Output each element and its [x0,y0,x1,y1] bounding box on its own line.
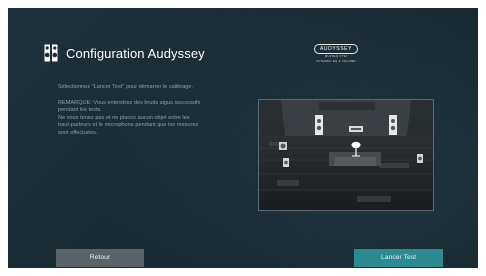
speaker-room-illustration [258,99,434,211]
start-test-button[interactable]: Lancer Test [354,249,443,267]
audyssey-logo: AUDYSSEY MULTEQ XT32 DYNAMIC EQ & VOLUME [310,44,362,62]
note-line: sont effectuées. [58,129,98,136]
speaker-icon [315,115,323,135]
note-line: haut-parleurs et le microphone pendant q… [58,122,199,129]
note-text: REMARQUE: Vous entendrez des bruits aigu… [58,100,258,137]
audyssey-logo-line2: DYNAMIC EQ & VOLUME [316,58,356,63]
setup-screen: Configuration Audyssey AUDYSSEY MULTEQ X… [8,8,478,268]
page-header: Configuration Audyssey [44,42,205,64]
audyssey-logo-line1: MULTEQ XT32 [324,54,348,58]
note-line: pendant les tests. [58,107,102,114]
speaker-setup-icon [44,44,58,62]
room-drawing [259,100,433,210]
note-line: Ne vous tenez pas et ne placez aucun obj… [58,114,190,121]
audyssey-logo-text: AUDYSSEY [314,44,358,54]
speaker-icon [389,115,397,135]
page-title: Configuration Audyssey [66,45,205,61]
instruction-text: Sélectionnez "Lancer Test" pour démarrer… [58,84,194,90]
note-line: REMARQUE: Vous entendrez des bruits aigu… [58,100,201,106]
back-button[interactable]: Retour [56,249,144,267]
